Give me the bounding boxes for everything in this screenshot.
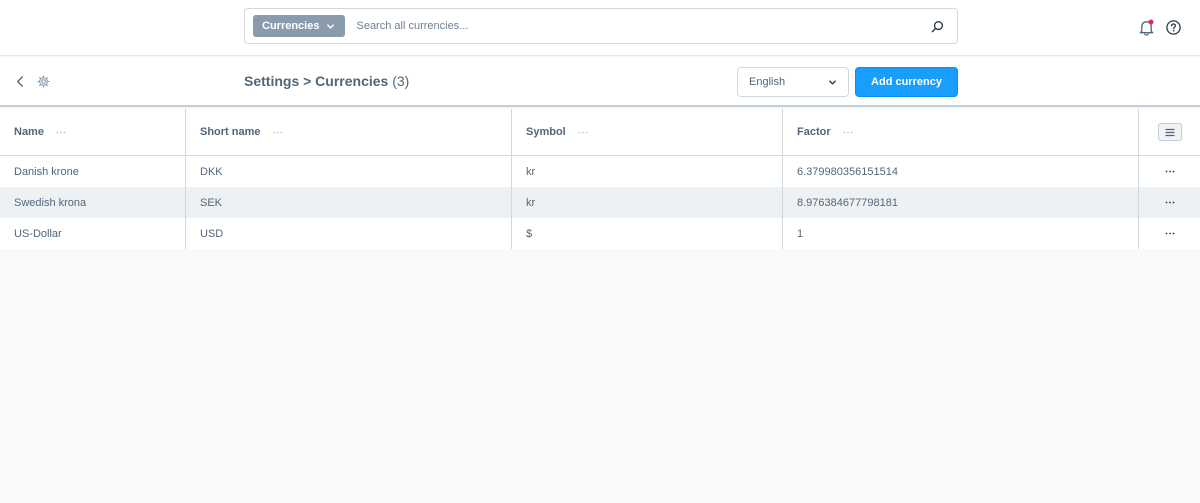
column-label: Short name <box>200 126 261 138</box>
help-button[interactable] <box>1163 17 1183 37</box>
cell-short-name: DKK <box>186 156 512 187</box>
row-actions-button[interactable] <box>1162 229 1178 239</box>
cell-symbol: kr <box>512 156 783 187</box>
settings-button[interactable] <box>35 73 51 89</box>
column-header-short-name[interactable]: Short name <box>186 109 512 155</box>
table-row[interactable]: US-Dollar USD $ 1 <box>0 218 1200 249</box>
more-icon <box>273 131 282 133</box>
column-label: Name <box>14 126 44 138</box>
currency-count: (3) <box>392 73 410 89</box>
cell-short-name: USD <box>186 218 512 249</box>
grid-header: Name Short name Symbol Factor <box>0 109 1200 156</box>
cell-factor: 8.976384677798181 <box>783 187 1139 218</box>
cell-name: US-Dollar <box>0 218 186 249</box>
chevron-down-icon <box>327 23 335 29</box>
more-icon <box>843 131 852 133</box>
search-type-select[interactable]: Currencies <box>253 15 346 37</box>
notifications-button[interactable] <box>1136 17 1156 37</box>
cell-text: $ <box>526 227 533 240</box>
grid-settings-button[interactable] <box>1157 123 1182 141</box>
smart-bar: Settings > Currencies (3) English Add cu… <box>0 57 1200 107</box>
table-row[interactable]: Danish krone DKK kr 6.379980356151514 <box>0 156 1200 187</box>
row-actions-button[interactable] <box>1162 167 1178 177</box>
column-menu-button[interactable] <box>273 128 285 136</box>
more-icon <box>1165 201 1174 204</box>
column-menu-button[interactable] <box>56 128 68 136</box>
top-bar: Currencies <box>0 0 1200 56</box>
column-header-symbol[interactable]: Symbol <box>512 109 783 155</box>
cell-text: Danish krone <box>14 165 79 178</box>
column-header-factor[interactable]: Factor <box>783 109 1139 155</box>
bell-icon <box>1139 19 1153 36</box>
column-header-name[interactable]: Name <box>0 109 186 155</box>
cell-actions <box>1139 156 1200 187</box>
breadcrumb: Settings > Currencies <box>244 73 389 89</box>
add-currency-button[interactable]: Add currency <box>855 67 958 97</box>
cell-name: Swedish krona <box>0 187 186 218</box>
language-select[interactable]: English <box>737 67 849 97</box>
cell-text: Swedish krona <box>14 196 87 209</box>
search-button[interactable] <box>923 12 951 40</box>
more-icon <box>578 131 588 133</box>
help-icon <box>1165 19 1181 35</box>
cell-factor: 6.379980356151514 <box>783 156 1139 187</box>
column-menu-button[interactable] <box>843 128 855 136</box>
chevron-left-icon <box>16 75 23 87</box>
cell-text: kr <box>526 165 536 178</box>
search-type-label: Currencies <box>262 20 320 32</box>
language-value: English <box>749 76 786 88</box>
column-label: Factor <box>797 126 831 138</box>
more-icon <box>56 131 66 133</box>
cell-text: 8.976384677798181 <box>797 196 898 209</box>
cell-factor: 1 <box>783 218 1139 249</box>
column-label: Symbol <box>526 126 566 138</box>
cell-text: US-Dollar <box>14 227 62 240</box>
cell-actions <box>1139 187 1200 218</box>
more-icon <box>1165 170 1174 173</box>
cell-symbol: $ <box>512 218 783 249</box>
search-input[interactable] <box>356 20 923 32</box>
cell-text: 1 <box>797 227 804 240</box>
cell-symbol: kr <box>512 187 783 218</box>
cell-actions <box>1139 218 1200 249</box>
cell-short-name: SEK <box>186 187 512 218</box>
cell-name: Danish krone <box>0 156 186 187</box>
cell-text: kr <box>526 196 536 209</box>
currency-grid: Name Short name Symbol Factor Danish kro… <box>0 109 1200 249</box>
list-icon <box>1164 128 1175 136</box>
global-search: Currencies <box>244 8 958 44</box>
chevron-down-icon <box>829 79 836 85</box>
cell-text: USD <box>200 227 224 240</box>
back-button[interactable] <box>12 73 28 89</box>
page-title: Settings > Currencies (3) <box>244 73 409 89</box>
column-header-actions <box>1139 109 1200 155</box>
cell-text: DKK <box>200 165 223 178</box>
more-icon <box>1165 232 1174 235</box>
column-menu-button[interactable] <box>578 128 590 136</box>
cell-text: 6.379980356151514 <box>797 165 898 178</box>
gear-icon <box>36 74 50 88</box>
table-row[interactable]: Swedish krona SEK kr 8.976384677798181 <box>0 187 1200 218</box>
cell-text: SEK <box>200 196 223 209</box>
search-icon <box>931 20 943 32</box>
row-actions-button[interactable] <box>1162 198 1178 208</box>
